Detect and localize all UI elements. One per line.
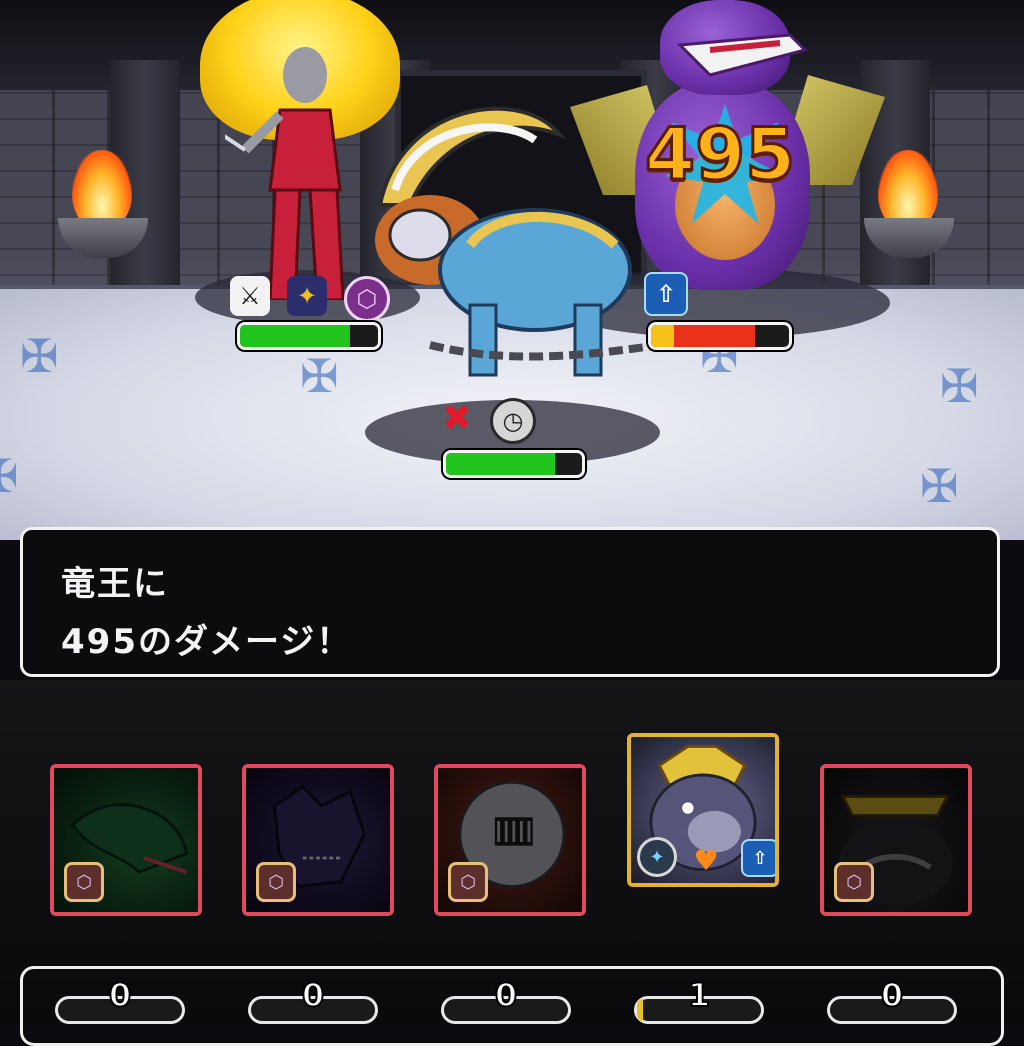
message-line-1: 竜王に bbox=[61, 564, 169, 604]
attack-up-arrow-icon: ⇧ bbox=[741, 839, 775, 877]
enemy-hp-bar bbox=[648, 322, 792, 350]
ward-icon: ⬡ bbox=[256, 862, 296, 902]
damage-popup: 495 bbox=[644, 104, 797, 224]
defense-up-paw-icon: ✦ bbox=[287, 276, 327, 316]
battle-scene: ✠ ✠ ✠ ✠ ✠ ✠ bbox=[0, 0, 1024, 540]
party-portrait-dark-dragon[interactable]: ⬡ bbox=[242, 764, 394, 916]
ward-icon: ⬡ bbox=[448, 862, 488, 902]
ally-hp-bar bbox=[443, 450, 585, 478]
tension-count: 0 bbox=[880, 975, 904, 1015]
party-portrait-knight-helm[interactable]: ⬡ bbox=[434, 764, 586, 916]
battle-message-box[interactable]: 竜王に 495のダメージ！ bbox=[20, 527, 1000, 677]
tension-count: 0 bbox=[108, 975, 132, 1015]
party-portrait-gorilla-king[interactable]: ✦ ♥ ⇧ bbox=[627, 733, 779, 887]
ward-icon: ⬡ bbox=[344, 276, 390, 322]
attack-up-paw-icon: ⚔ bbox=[230, 276, 270, 316]
tension-count: 0 bbox=[301, 975, 325, 1015]
ward-icon: ⬡ bbox=[834, 862, 874, 902]
sparkle-icon: ✦ bbox=[637, 837, 677, 877]
ally-hp-bar bbox=[237, 322, 381, 350]
cross-mark-icon: ✖ bbox=[441, 397, 473, 439]
attack-up-arrow-icon: ⇧ bbox=[644, 272, 688, 316]
heart-icon: ♥ bbox=[693, 843, 719, 877]
tension-count: 1 bbox=[687, 975, 711, 1015]
tension-count: 0 bbox=[494, 975, 518, 1015]
damage-number: 495 bbox=[644, 111, 797, 198]
message-line-2: 495のダメージ！ bbox=[61, 622, 353, 662]
clock-up-icon: ◷ bbox=[490, 398, 536, 444]
party-portrait-green-dragon[interactable]: ⬡ bbox=[50, 764, 202, 916]
party-portrait-dark-king[interactable]: ⬡ bbox=[820, 764, 972, 916]
ward-icon: ⬡ bbox=[64, 862, 104, 902]
